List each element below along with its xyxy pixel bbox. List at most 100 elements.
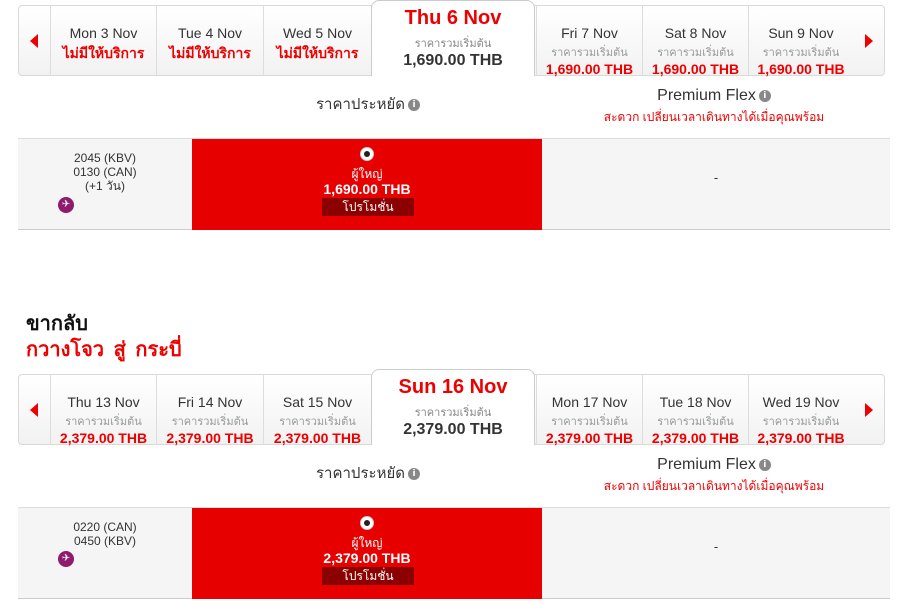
prev-dates-button[interactable]: [18, 5, 50, 76]
date-tab-mon-3-nov[interactable]: Mon 3 Nov ไม่มีให้บริการ: [50, 5, 156, 76]
flight-times: 0220 (CAN) 0450 (KBV): [18, 520, 192, 548]
date-label: Mon 3 Nov: [69, 25, 138, 41]
airline-plane-icon[interactable]: ✈: [58, 551, 74, 567]
arrival-time: 0130 (CAN): [73, 165, 137, 179]
date-price: 2,379.00 THB: [59, 430, 148, 446]
date-tab-sat-15-nov[interactable]: Sat 15 Nov ราคารวมเริ่มต้น 2,379.00 THB: [263, 374, 371, 446]
date-unavailable: ไม่มีให้บริการ: [62, 45, 145, 61]
info-icon[interactable]: i: [758, 89, 771, 102]
arrival-time: 0450 (KBV): [73, 534, 137, 548]
saver-fare-title: ราคาประหยัด: [316, 465, 405, 482]
chevron-left-icon: [30, 402, 38, 417]
date-label: Thu 13 Nov: [67, 394, 140, 410]
flight-row: 2045 (KBV) 0130 (CAN) (+1 วัน) ✈ ผู้ใหญ่…: [18, 138, 890, 230]
return-route: กวางโจว สู่ กระบี่: [26, 339, 182, 361]
premium-flex-header: Premium Flex i สะดวก เปลี่ยนเวลาเดินทางได…: [543, 456, 885, 496]
saver-fare-option[interactable]: ผู้ใหญ่ 2,379.00 THB โปรโมชั่น: [192, 508, 542, 599]
date-label: Thu 6 Nov: [404, 7, 502, 29]
fare-radio-selected[interactable]: [360, 516, 374, 530]
date-tab-fri-14-nov[interactable]: Fri 14 Nov ราคารวมเริ่มต้น 2,379.00 THB: [156, 374, 263, 446]
date-tab-wed-5-nov[interactable]: Wed 5 Nov ไม่มีให้บริการ: [263, 5, 371, 76]
saver-fare-header: ราคาประหยัด i: [193, 92, 543, 116]
date-unavailable: ไม่มีให้บริการ: [276, 45, 359, 61]
from-price-label: ราคารวมเริ่มต้น: [65, 416, 142, 428]
info-icon[interactable]: i: [758, 458, 771, 471]
date-label: Sat 8 Nov: [664, 25, 727, 41]
premium-flex-title: Premium Flex: [657, 87, 756, 104]
next-dates-button[interactable]: [853, 374, 885, 445]
fare-radio-selected[interactable]: [360, 147, 374, 161]
chevron-left-icon: [30, 33, 38, 48]
date-price: 2,379.00 THB: [651, 430, 740, 446]
date-tab-tue-4-nov[interactable]: Tue 4 Nov ไม่มีให้บริการ: [156, 5, 263, 76]
premium-flex-option: -: [713, 539, 719, 554]
date-label: Sun 9 Nov: [768, 25, 834, 41]
return-section: Thu 13 Nov ราคารวมเริ่มต้น 2,379.00 THB …: [0, 369, 902, 599]
flight-row: 0220 (CAN) 0450 (KBV) ✈ ผู้ใหญ่ 2,379.00…: [18, 507, 890, 599]
promo-badge: โปรโมชั่น: [322, 567, 414, 585]
fare-price: 2,379.00 THB: [323, 550, 411, 566]
prev-dates-button[interactable]: [18, 374, 50, 445]
date-tab-sun-9-nov[interactable]: Sun 9 Nov ราคารวมเริ่มต้น 1,690.00 THB: [748, 5, 853, 77]
saver-fare-header: ราคาประหยัด i: [193, 461, 543, 485]
from-price-label: ราคารวมเริ่มต้น: [551, 47, 628, 59]
date-label: Sat 15 Nov: [282, 394, 353, 410]
date-price: 1,690.00 THB: [651, 61, 740, 77]
departure-time: 0220 (CAN): [73, 520, 137, 534]
chevron-right-icon: [865, 33, 873, 48]
date-label: Fri 14 Nov: [177, 394, 243, 410]
premium-flex-header: Premium Flex i สะดวก เปลี่ยนเวลาเดินทางได…: [543, 87, 885, 127]
premium-flex-subtitle: สะดวก เปลี่ยนเวลาเดินทางได้เมื่อคุณพร้อม: [603, 479, 825, 493]
date-tab-fri-7-nov[interactable]: Fri 7 Nov ราคารวมเริ่มต้น 1,690.00 THB: [536, 5, 642, 77]
date-tab-tue-18-nov[interactable]: Tue 18 Nov ราคารวมเริ่มต้น 2,379.00 THB: [642, 374, 748, 446]
airline-plane-icon[interactable]: ✈: [58, 197, 74, 213]
next-day-indicator: (+1 วัน): [85, 179, 125, 193]
from-price-label: ราคารวมเริ่มต้น: [657, 47, 734, 59]
date-tab-sun-16-nov-selected[interactable]: Sun 16 Nov ราคารวมเริ่มต้น 2,379.00 THB: [371, 369, 535, 445]
date-label: Tue 4 Nov: [177, 25, 243, 41]
fare-header: ราคาประหยัด i Premium Flex i สะดวก เปลี่ยน…: [18, 76, 885, 138]
date-price: 1,690.00 THB: [403, 52, 503, 69]
from-price-label: ราคารวมเริ่มต้น: [551, 416, 628, 428]
from-price-label: ราคารวมเริ่มต้น: [414, 407, 492, 419]
date-unavailable: ไม่มีให้บริการ: [169, 45, 251, 61]
date-label: Fri 7 Nov: [561, 25, 618, 41]
saver-fare-option[interactable]: ผู้ใหญ่ 1,690.00 THB โปรโมชั่น: [192, 139, 542, 230]
info-icon[interactable]: i: [408, 99, 420, 112]
from-price-label: ราคารวมเริ่มต้น: [762, 47, 840, 59]
date-label: Wed 5 Nov: [283, 25, 352, 41]
saver-fare-title: ราคาประหยัด: [316, 96, 405, 113]
date-label: Wed 19 Nov: [762, 394, 840, 410]
info-icon[interactable]: i: [408, 468, 420, 481]
from-price-label: ราคารวมเริ่มต้น: [414, 38, 492, 50]
next-dates-button[interactable]: [853, 5, 885, 76]
date-tab-sat-8-nov[interactable]: Sat 8 Nov ราคารวมเริ่มต้น 1,690.00 THB: [642, 5, 748, 77]
date-tab-mon-17-nov[interactable]: Mon 17 Nov ราคารวมเริ่มต้น 2,379.00 THB: [536, 374, 642, 446]
from-price-label: ราคารวมเริ่มต้น: [762, 416, 840, 428]
chevron-right-icon: [865, 402, 873, 417]
from-price-label: ราคารวมเริ่มต้น: [171, 416, 249, 428]
promo-badge: โปรโมชั่น: [322, 198, 414, 216]
date-price: 2,379.00 THB: [166, 430, 254, 446]
premium-flex-subtitle: สะดวก เปลี่ยนเวลาเดินทางได้เมื่อคุณพร้อม: [603, 110, 825, 124]
date-tab-wed-19-nov[interactable]: Wed 19 Nov ราคารวมเริ่มต้น 2,379.00 THB: [748, 374, 853, 446]
date-label: Sun 16 Nov: [398, 376, 508, 398]
flight-times: 2045 (KBV) 0130 (CAN) (+1 วัน): [18, 151, 192, 193]
fare-price: 1,690.00 THB: [323, 181, 411, 197]
from-price-label: ราคารวมเริ่มต้น: [279, 416, 356, 428]
from-price-label: ราคารวมเริ่มต้น: [657, 416, 734, 428]
date-price: 2,379.00 THB: [757, 430, 845, 446]
departure-time: 2045 (KBV): [73, 151, 137, 165]
date-strip-outbound: Mon 3 Nov ไม่มีให้บริการ Tue 4 Nov ไม่มี…: [0, 0, 902, 77]
date-tab-thu-13-nov[interactable]: Thu 13 Nov ราคารวมเริ่มต้น 2,379.00 THB: [50, 374, 156, 446]
date-price: 2,379.00 THB: [273, 430, 362, 446]
premium-flex-option: -: [713, 170, 719, 185]
date-price: 2,379.00 THB: [403, 421, 503, 438]
date-tab-thu-6-nov-selected[interactable]: Thu 6 Nov ราคารวมเริ่มต้น 1,690.00 THB: [371, 0, 535, 76]
outbound-section: Mon 3 Nov ไม่มีให้บริการ Tue 4 Nov ไม่มี…: [0, 0, 902, 230]
premium-flex-title: Premium Flex: [657, 456, 756, 473]
date-label: Tue 18 Nov: [659, 394, 732, 410]
date-price: 1,690.00 THB: [545, 61, 634, 77]
date-label: Mon 17 Nov: [551, 394, 628, 410]
date-price: 2,379.00 THB: [545, 430, 634, 446]
